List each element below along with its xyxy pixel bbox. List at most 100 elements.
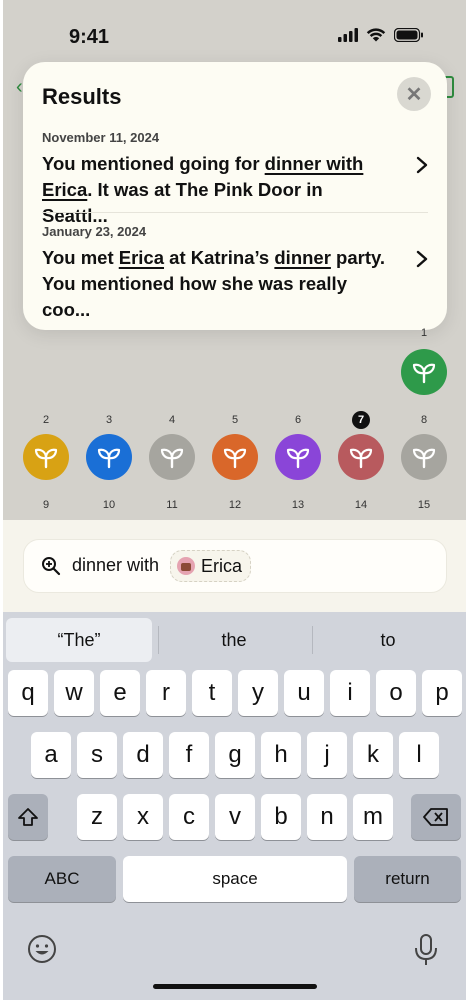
chevron-right-icon [416, 248, 428, 274]
day-number: 15 [417, 499, 431, 511]
space-key[interactable]: space [123, 856, 347, 902]
dictation-button[interactable] [413, 934, 439, 966]
abc-key[interactable]: ABC [8, 856, 116, 902]
plant-icon [160, 448, 184, 469]
key-z[interactable]: z [77, 794, 117, 840]
microphone-icon [415, 934, 437, 965]
key-o[interactable]: o [376, 670, 416, 716]
avatar [177, 557, 195, 575]
suggestion-item[interactable]: the [159, 618, 309, 662]
day-number: 12 [228, 499, 242, 511]
wifi-icon [366, 28, 386, 42]
key-j[interactable]: j [307, 732, 347, 778]
plant-memory-button[interactable] [275, 434, 321, 480]
keyboard: “The” the to qwertyuiopasdfghjklzxcvbnm … [3, 612, 466, 1000]
results-title: Results [42, 84, 122, 109]
key-c[interactable]: c [169, 794, 209, 840]
plant-icon [223, 448, 247, 469]
search-query-text: dinner with [72, 555, 160, 575]
plant-icon [97, 448, 121, 469]
shift-icon [18, 808, 38, 826]
status-time: 9:41 [69, 26, 110, 48]
day-number: 13 [291, 499, 305, 511]
emoji-icon [28, 935, 56, 963]
suggestion-item[interactable]: “The” [6, 618, 152, 662]
day-number: 5 [231, 414, 239, 426]
key-f[interactable]: f [169, 732, 209, 778]
key-s[interactable]: s [77, 732, 117, 778]
status-icons [338, 28, 424, 42]
plant-icon [34, 448, 58, 469]
backspace-icon [423, 808, 448, 826]
emoji-button[interactable] [27, 934, 57, 964]
search-input[interactable]: dinner with Erica [23, 539, 447, 593]
day-number: 7 [352, 411, 370, 429]
day-number: 2 [42, 414, 50, 426]
phone-screen: 9:41 ‹ Results ✕ November 11, 2024 You m… [3, 0, 466, 1000]
result-snippet: You mentioned going for dinner with Eric… [42, 153, 364, 226]
plant-icon [349, 448, 373, 469]
plant-memory-button[interactable] [23, 434, 69, 480]
key-g[interactable]: g [215, 732, 255, 778]
suggestion-item[interactable]: to [313, 618, 463, 662]
plant-memory-button[interactable] [86, 434, 132, 480]
day-number: 6 [294, 414, 302, 426]
day-number: 8 [420, 414, 428, 426]
key-y[interactable]: y [238, 670, 278, 716]
delete-key[interactable] [411, 794, 461, 840]
key-b[interactable]: b [261, 794, 301, 840]
day-number: 11 [166, 499, 178, 511]
results-card: Results ✕ November 11, 2024 You mentione… [23, 62, 447, 330]
key-w[interactable]: w [54, 670, 94, 716]
zoom-in-search-icon [42, 557, 61, 576]
home-indicator [153, 984, 317, 989]
plant-memory-button[interactable] [401, 434, 447, 480]
result-snippet: You met Erica at Katrina’s dinner party.… [42, 247, 386, 320]
return-key[interactable]: return [354, 856, 461, 902]
key-u[interactable]: u [284, 670, 324, 716]
key-t[interactable]: t [192, 670, 232, 716]
day-number: 14 [354, 499, 368, 511]
person-chip-label: Erica [201, 555, 243, 576]
close-icon: ✕ [405, 83, 423, 106]
key-v[interactable]: v [215, 794, 255, 840]
chevron-right-icon [416, 154, 428, 180]
battery-icon [394, 28, 423, 42]
key-h[interactable]: h [261, 732, 301, 778]
plant-icon [286, 448, 310, 469]
key-q[interactable]: q [8, 670, 48, 716]
day-number: 4 [168, 414, 176, 426]
key-e[interactable]: e [100, 670, 140, 716]
key-d[interactable]: d [123, 732, 163, 778]
key-a[interactable]: a [31, 732, 71, 778]
key-k[interactable]: k [353, 732, 393, 778]
result-date: January 23, 2024 [42, 224, 147, 239]
signal-icon [338, 28, 358, 42]
person-chip[interactable]: Erica [170, 550, 252, 582]
day-number: 9 [42, 499, 50, 511]
plant-icon [412, 363, 436, 384]
key-i[interactable]: i [330, 670, 370, 716]
day-number: 3 [105, 414, 113, 426]
day-number: 10 [102, 499, 116, 511]
key-x[interactable]: x [123, 794, 163, 840]
plant-memory-button[interactable] [149, 434, 195, 480]
result-date: November 11, 2024 [42, 130, 160, 145]
key-p[interactable]: p [422, 670, 462, 716]
key-l[interactable]: l [399, 732, 439, 778]
plant-icon [412, 448, 436, 469]
suggestion-bar: “The” the to [3, 612, 466, 666]
close-button[interactable]: ✕ [397, 77, 431, 111]
key-n[interactable]: n [307, 794, 347, 840]
shift-key[interactable] [8, 794, 48, 840]
divider [42, 212, 428, 213]
plant-memory-button[interactable] [401, 349, 447, 395]
plant-memory-button[interactable] [212, 434, 258, 480]
key-m[interactable]: m [353, 794, 393, 840]
key-r[interactable]: r [146, 670, 186, 716]
day-number: 1 [420, 327, 428, 339]
status-bar: 9:41 [3, 0, 466, 60]
plant-memory-button[interactable] [338, 434, 384, 480]
result-item[interactable]: January 23, 2024 You met Erica at Katrin… [42, 224, 428, 323]
result-item[interactable]: November 11, 2024 You mentioned going fo… [42, 130, 428, 229]
